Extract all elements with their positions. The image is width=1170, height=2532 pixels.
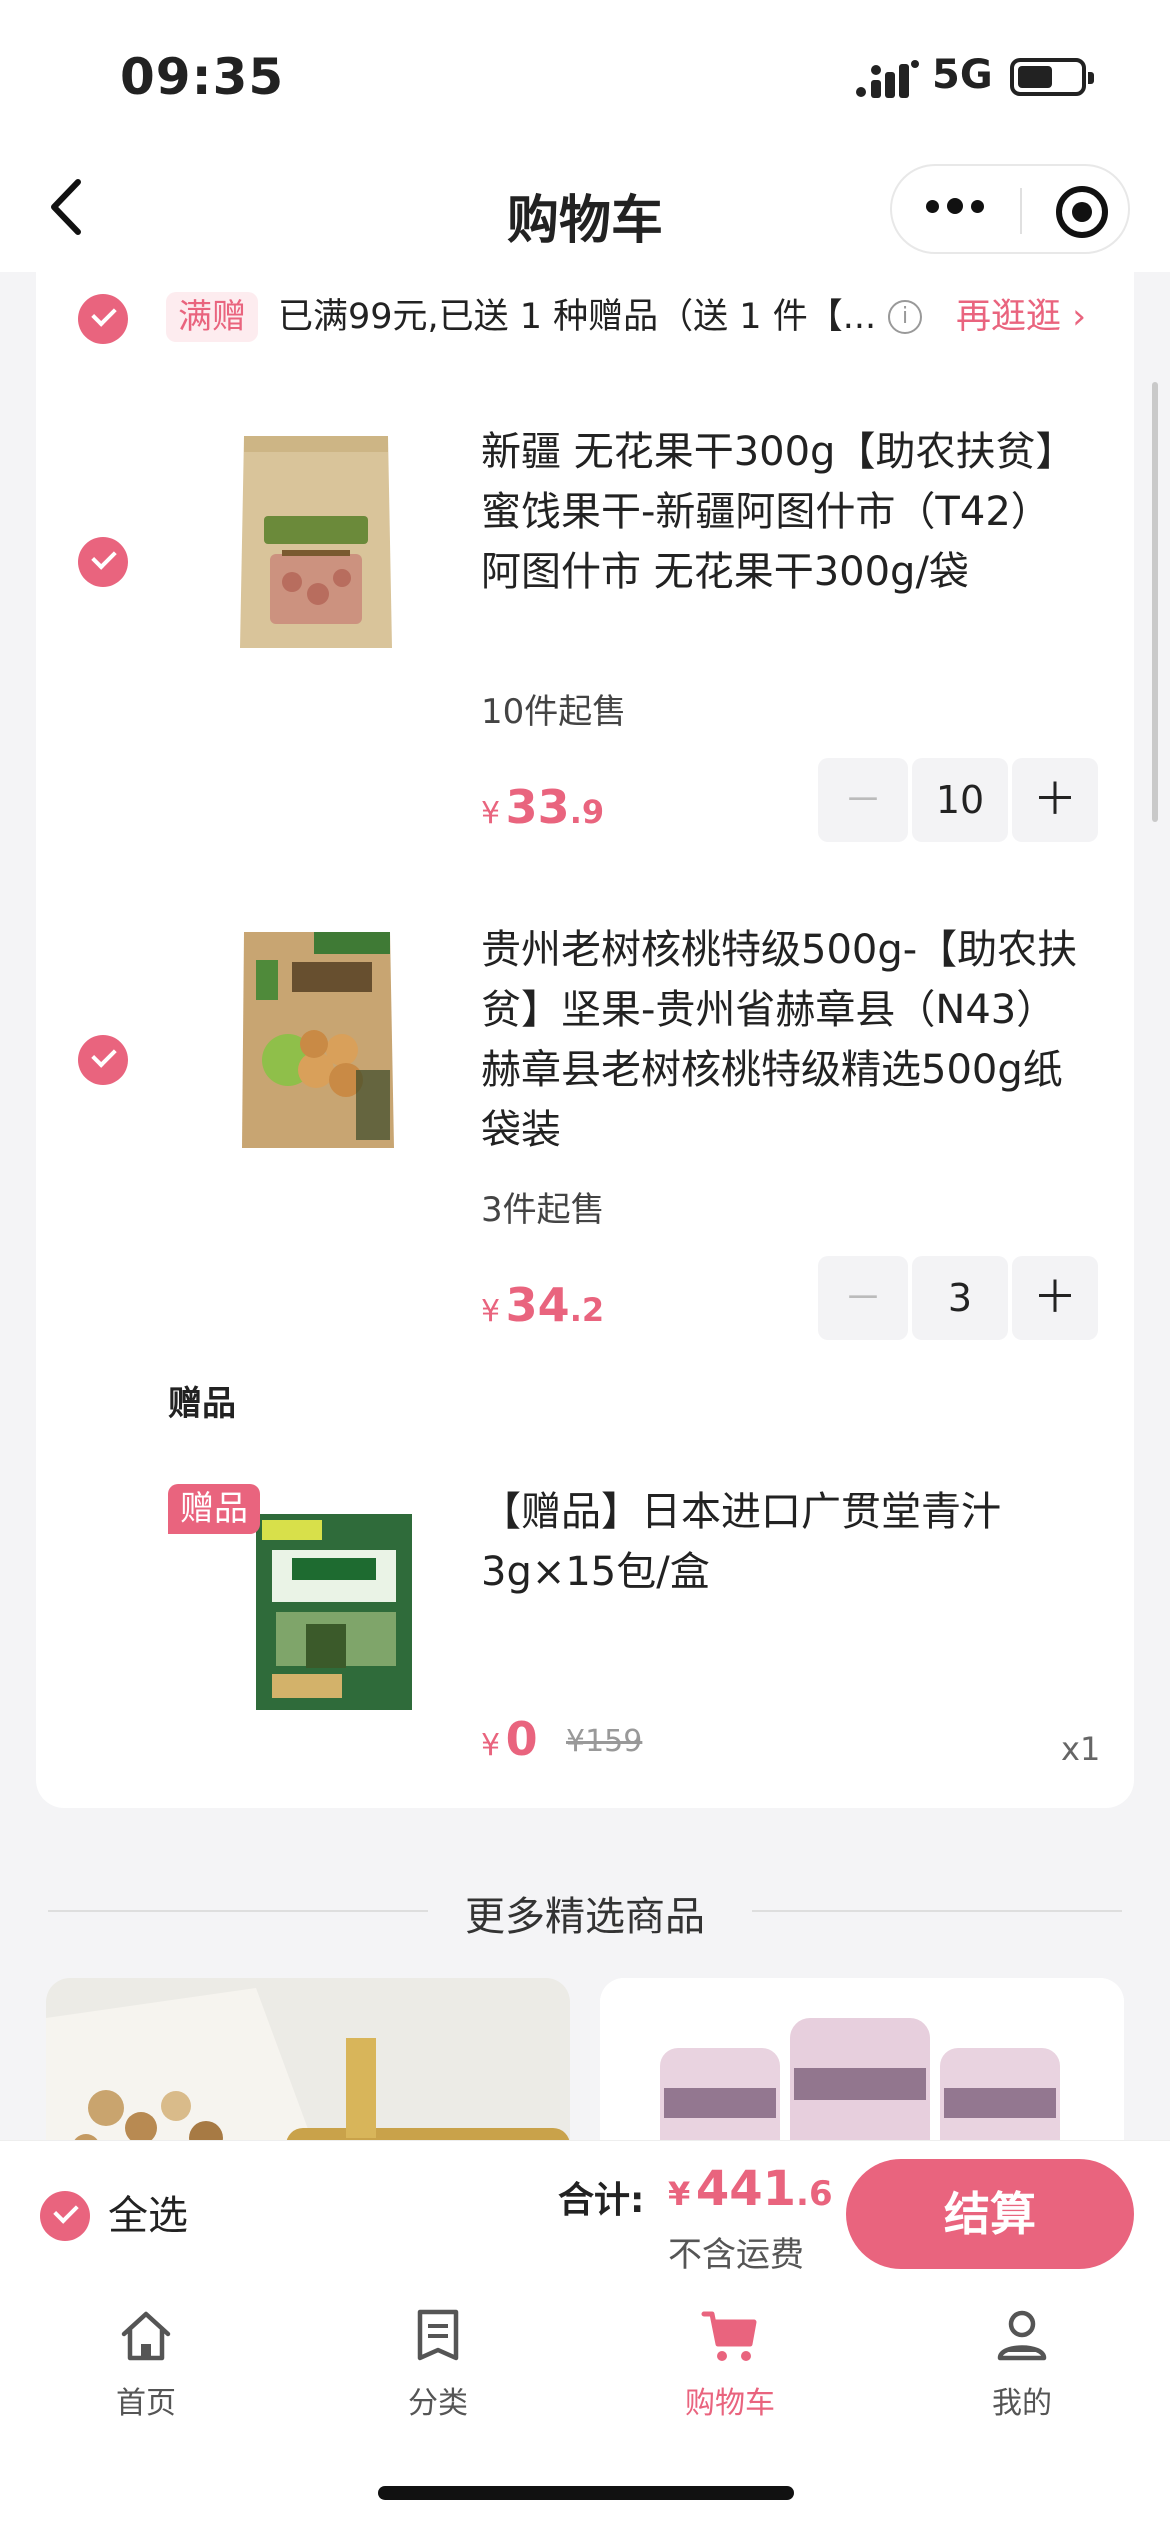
shipping-note: 不含运费 (668, 2235, 804, 2275)
select-all-label[interactable]: 全选 (108, 2183, 188, 2241)
product-image-walnut[interactable] (196, 920, 436, 1160)
price-integer: 33 (505, 780, 570, 834)
gift-badge: 赠品 (168, 1484, 260, 1534)
shop-more-label: 再逛逛 (956, 297, 1062, 337)
price-decimal: .2 (569, 1291, 605, 1329)
checkout-button[interactable]: 结算 (846, 2159, 1134, 2269)
product-title[interactable]: 新疆 无花果干300g【助农扶贫】蜜饯果干-新疆阿图什市（T42） 阿图什市 无… (481, 422, 1101, 602)
cart-icon (701, 2311, 757, 2361)
gift-section-header: 赠品 (168, 1384, 236, 1424)
product-price: ¥ 33.9 (481, 780, 604, 834)
promo-checkbox[interactable] (78, 294, 128, 344)
total-decimal: .6 (796, 2174, 833, 2214)
quantity-input[interactable]: 3 (912, 1256, 1008, 1340)
divider (752, 1910, 1122, 1912)
quantity-input[interactable]: 10 (912, 758, 1008, 842)
home-icon (121, 2311, 171, 2361)
product-price: ¥ 34.2 (481, 1278, 604, 1332)
promo-text: 已满99元,已送 1 种赠品（送 1 件【... (278, 297, 877, 337)
top-bar: 09:35 5G 购物车 (0, 0, 1170, 272)
gift-price: ¥ 0 (481, 1712, 538, 1766)
tab-label: 分类 (408, 2386, 468, 2421)
decrease-button[interactable]: － (818, 758, 908, 842)
gift-quantity: x1 (1061, 1730, 1101, 1768)
price-currency: ¥ (481, 1728, 501, 1763)
price-currency: ¥ (481, 1294, 501, 1329)
quantity-stepper: － 10 ＋ (818, 758, 1098, 842)
more-products-title: 更多精选商品 (465, 1894, 705, 1940)
shop-more-link[interactable]: 再逛逛 › (956, 292, 1086, 342)
price-integer: 34 (505, 1278, 570, 1332)
tab-home[interactable]: 首页 (46, 2306, 246, 2422)
increase-button[interactable]: ＋ (1012, 1256, 1098, 1340)
total-integer: 441 (695, 2161, 797, 2217)
promo-tag: 满赠 (166, 292, 258, 342)
gift-title[interactable]: 【赠品】日本进口广贯堂青汁3g×15包/盒 (481, 1482, 1101, 1602)
scrollbar[interactable] (1152, 382, 1158, 822)
close-miniprogram-icon[interactable] (1056, 186, 1108, 238)
min-quantity: 3件起售 (481, 1190, 605, 1230)
price-decimal: .9 (569, 793, 605, 831)
item-checkbox[interactable] (78, 1035, 128, 1085)
signal-icon (856, 60, 919, 98)
chevron-right-icon: › (1072, 297, 1087, 337)
total-label: 合计: (558, 2180, 645, 2221)
product-title[interactable]: 贵州老树核桃特级500g-【助农扶贫】坚果-贵州省赫章县（N43） 赫章县老树核… (481, 920, 1101, 1160)
price-currency: ¥ (481, 796, 501, 831)
total-currency: ¥ (668, 2175, 691, 2213)
network-type: 5G (932, 52, 993, 98)
battery-icon (1010, 58, 1094, 96)
tab-cart[interactable]: 购物车 (630, 2306, 830, 2422)
tab-category[interactable]: 分类 (338, 2306, 538, 2422)
status-time: 09:35 (120, 48, 285, 106)
cart-card: 满赠 已满99元,已送 1 种赠品（送 1 件【... i 再逛逛 › 新疆 无… (36, 272, 1134, 1808)
price-integer: 0 (505, 1712, 538, 1766)
item-checkbox[interactable] (78, 537, 128, 587)
select-all-checkbox[interactable] (40, 2191, 90, 2241)
checkout-bar: 全选 合计: ¥ 441.6 不含运费 结算 (0, 2140, 1170, 2288)
min-quantity: 10件起售 (481, 692, 627, 732)
info-icon[interactable]: i (888, 300, 922, 334)
mini-program-capsule (890, 164, 1130, 254)
product-image-fig[interactable] (196, 422, 436, 662)
tab-label: 我的 (992, 2386, 1052, 2421)
decrease-button[interactable]: － (818, 1256, 908, 1340)
tab-label: 首页 (116, 2386, 176, 2421)
user-icon (997, 2310, 1047, 2361)
original-price: ¥159 (566, 1724, 643, 1759)
more-options-icon[interactable] (926, 198, 984, 214)
list-icon (417, 2309, 459, 2361)
tab-me[interactable]: 我的 (922, 2306, 1122, 2422)
quantity-stepper: － 3 ＋ (818, 1256, 1098, 1340)
home-indicator (378, 2486, 794, 2500)
total-price: ¥ 441.6 (668, 2161, 833, 2217)
increase-button[interactable]: ＋ (1012, 758, 1098, 842)
tab-label: 购物车 (685, 2386, 775, 2421)
